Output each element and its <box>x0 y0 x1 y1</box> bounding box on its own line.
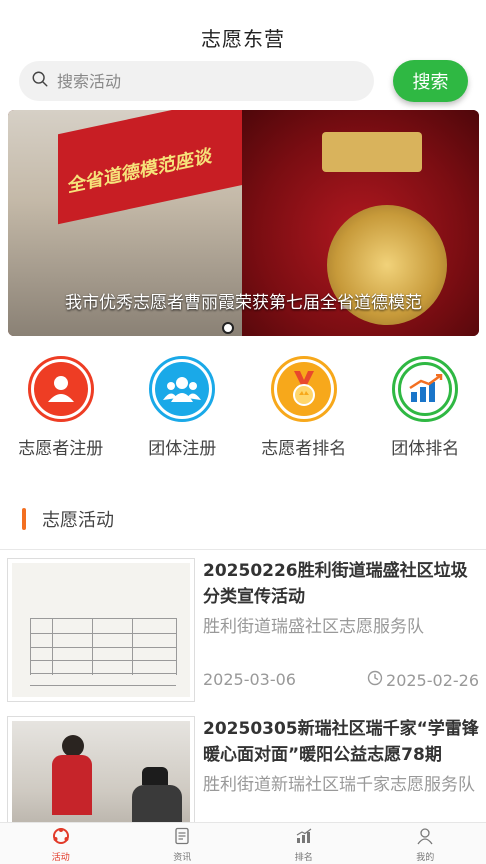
news-icon <box>173 827 191 848</box>
activity-publish-date: 2025-02-26 <box>386 670 479 690</box>
section-accent-bar <box>22 508 26 530</box>
quick-link-volunteer-register[interactable]: 志愿者注册 <box>0 356 122 466</box>
medal-icon <box>276 362 331 416</box>
tab-profile[interactable]: 我的 <box>365 823 486 864</box>
search-field[interactable] <box>19 61 374 101</box>
search-input[interactable] <box>57 71 337 91</box>
group-icon <box>155 362 210 416</box>
section-title: 志愿活动 <box>42 510 114 531</box>
clock-icon <box>367 670 386 690</box>
activity-organization: 胜利街道新瑞社区瑞千家志愿服务队 <box>203 775 475 795</box>
quick-link-group-register[interactable]: 团体注册 <box>122 356 244 466</box>
divider <box>0 549 486 550</box>
activity-start-date: 2025-03-06 <box>203 670 296 689</box>
bar-chart-icon <box>398 362 453 416</box>
app-header: 志愿东营 <box>0 0 486 58</box>
search-button[interactable]: 搜索 <box>393 60 468 102</box>
ranking-icon <box>295 827 313 848</box>
quick-links: 志愿者注册 团体注册 志愿者排名 团体排名 <box>0 356 486 466</box>
search-icon <box>31 70 49 92</box>
person-icon <box>33 362 88 416</box>
tab-ranking[interactable]: 排名 <box>243 823 365 864</box>
activity-title: 20250305新瑞社区瑞千家“学雷锋暖心面对面”暖阳公益志愿78期 <box>203 719 479 765</box>
profile-icon <box>416 827 434 848</box>
page-title: 志愿东营 <box>201 27 285 51</box>
search-bar: 搜索 <box>19 60 468 102</box>
banner-caption: 我市优秀志愿者曹丽霞荣获第七届全省道德模范 <box>65 293 422 313</box>
banner-sign: 全省道德模范座谈 <box>58 110 248 225</box>
banner-carousel[interactable]: 全省道德模范座谈 我市优秀志愿者曹丽霞荣获第七届全省道德模范 <box>8 110 479 336</box>
activity-thumbnail <box>7 558 195 702</box>
activity-card[interactable]: 20250226胜利街道瑞盛社区垃圾分类宣传活动 胜利街道瑞盛社区志愿服务队 2… <box>7 558 479 702</box>
activity-icon <box>52 827 70 848</box>
bottom-tab-bar: 活动 资讯 排名 我的 <box>0 822 486 864</box>
quick-link-group-ranking[interactable]: 团体排名 <box>365 356 486 466</box>
tab-news[interactable]: 资讯 <box>122 823 244 864</box>
tab-activity[interactable]: 活动 <box>0 823 122 864</box>
activity-title: 20250226胜利街道瑞盛社区垃圾分类宣传活动 <box>203 561 468 607</box>
activity-organization: 胜利街道瑞盛社区志愿服务队 <box>203 617 424 637</box>
carousel-indicator[interactable] <box>222 322 234 334</box>
quick-link-volunteer-ranking[interactable]: 志愿者排名 <box>243 356 365 466</box>
section-header: 志愿活动 <box>22 506 114 532</box>
